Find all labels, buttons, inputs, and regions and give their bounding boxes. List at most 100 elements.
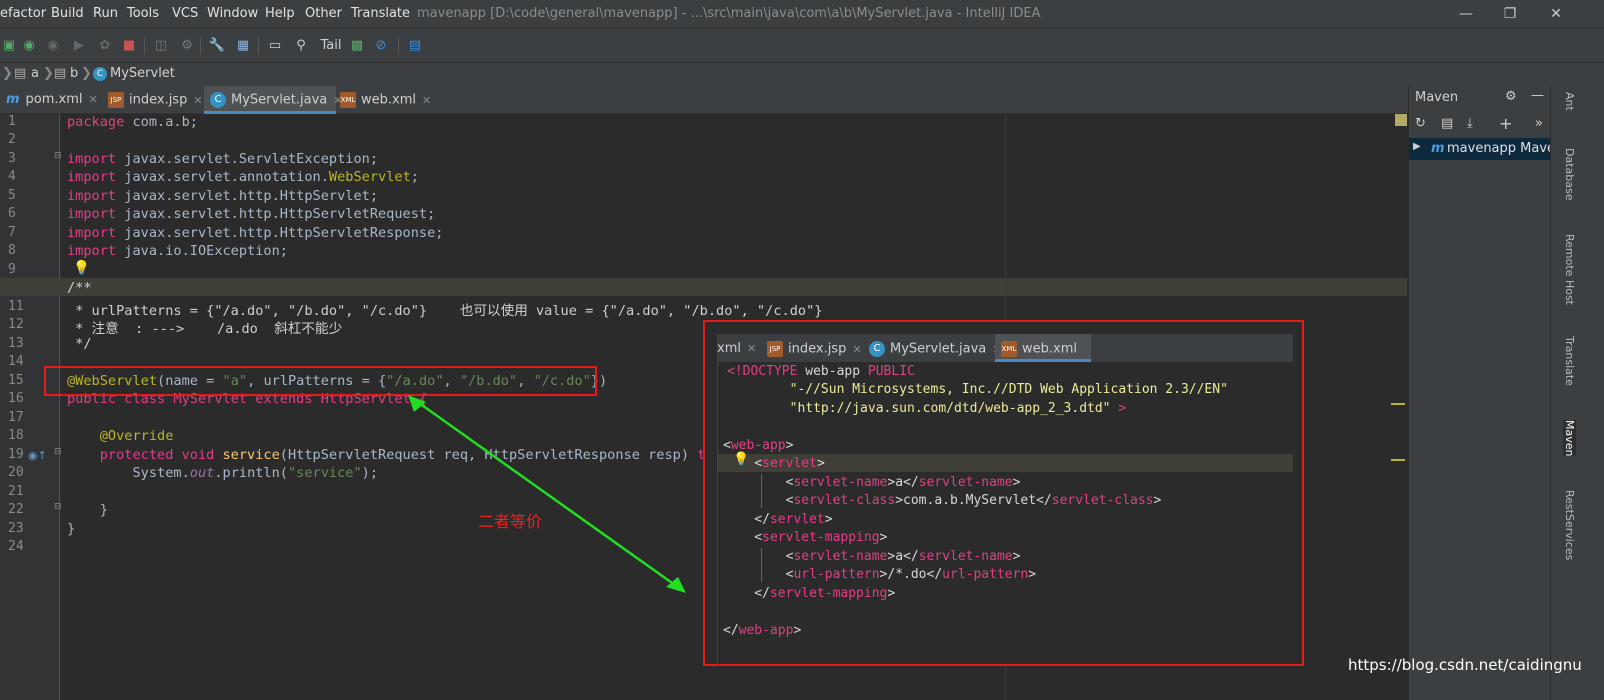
override-marker-icon[interactable]: ◉↑ — [28, 449, 47, 462]
line-number: 5 — [8, 188, 16, 203]
tool-ant[interactable]: Ant — [1563, 92, 1576, 111]
menu-translate[interactable]: Translate — [351, 6, 410, 21]
menu-window[interactable]: Window — [207, 6, 258, 21]
line-number: 9 — [8, 262, 16, 277]
tool-restservices[interactable]: RestServices — [1563, 490, 1576, 560]
tab-myservlet-java[interactable]: CMyServlet.java✕ — [204, 86, 343, 114]
close-tab-icon[interactable]: ✕ — [422, 94, 431, 107]
indent-guide — [761, 548, 762, 582]
tab-xml[interactable]: xml ✕ — [717, 334, 761, 362]
code-line: */ — [67, 336, 92, 352]
breadcrumb-myservlet[interactable]: MyServlet — [110, 66, 175, 81]
tab-web-xml[interactable]: XML web.xml ✕ — [340, 86, 431, 114]
more-icon[interactable]: » — [1535, 116, 1543, 131]
tool-translate[interactable]: Translate — [1563, 336, 1576, 386]
tab-web-xml[interactable]: XML web.xml — [995, 334, 1091, 362]
chevron-right-icon: ❯ — [43, 66, 54, 81]
menu-other[interactable]: Other — [305, 6, 342, 21]
gear-icon[interactable]: ⚙ — [1505, 89, 1517, 104]
coverage-icon[interactable]: ◉ — [44, 37, 62, 55]
search-icon[interactable]: ⚲ — [292, 37, 310, 55]
project-structure-icon[interactable]: ◫ — [152, 37, 170, 55]
overlay-tabs: xml ✕ JSP index.jsp ✕ C MyServlet.java ✕ XML w… — [717, 334, 1293, 362]
line-number: 20 — [8, 465, 24, 480]
breadcrumb: ❯ ▤ a ❯ ▤ b ❯ C MyServlet — [0, 62, 1604, 86]
menu-refactor[interactable]: efactor — [0, 6, 46, 21]
project-settings-icon[interactable]: ▦ — [234, 37, 252, 55]
build-icon[interactable]: ▣ — [0, 37, 18, 55]
code-line: * urlPatterns = {"/a.do", "/b.do", "/c.d… — [67, 303, 823, 319]
close-tab-icon[interactable]: ✕ — [89, 93, 98, 106]
tool-remote-host[interactable]: Remote Host — [1563, 234, 1576, 305]
reload-icon[interactable]: ↻ — [1415, 116, 1426, 131]
breadcrumb-b[interactable]: b — [70, 66, 78, 81]
wrench-icon[interactable]: 🔧 — [208, 37, 226, 55]
maven-m-icon: m — [1431, 141, 1445, 156]
close-tab-icon[interactable]: ✕ — [747, 342, 756, 355]
tab-pom-xml[interactable]: m pom.xml ✕ — [6, 86, 100, 114]
code-line: @Override — [67, 428, 174, 444]
code-line: import javax.servlet.ServletException; — [67, 151, 379, 167]
expand-triangle-icon[interactable]: ▶ — [1413, 141, 1421, 152]
vm-icon[interactable]: ▩ — [348, 37, 366, 55]
webxml-screenshot-panel: xml ✕ JSP index.jsp ✕ C MyServlet.java ✕ XML w… — [703, 320, 1304, 666]
restore-icon[interactable]: ❐ — [1500, 4, 1520, 24]
tab-myservlet-java[interactable]: CMyServlet.java✕ — [869, 334, 1002, 362]
minimize-icon[interactable]: — — [1456, 4, 1476, 24]
close-tab-icon[interactable]: ✕ — [193, 94, 202, 107]
xml-line: <servlet-name>a</servlet-name> — [723, 549, 1021, 564]
xml-icon: XML — [340, 92, 356, 108]
tab-index-jsp[interactable]: JSP index.jsp ✕ — [108, 86, 203, 114]
xml-line: </web-app> — [723, 623, 802, 638]
menu-tools[interactable]: Tools — [127, 6, 159, 21]
tool-database[interactable]: Database — [1563, 148, 1576, 201]
xml-line: <!DOCTYPE web-app PUBLIC — [727, 364, 915, 379]
toolbar-separator — [258, 37, 259, 55]
inspection-status-icon[interactable] — [1395, 114, 1407, 126]
xml-line: "-//Sun Microsystems, Inc.//DTD Web Appl… — [727, 382, 1228, 397]
xml-line: </servlet> — [723, 512, 833, 527]
lightbulb-icon[interactable]: 💡 — [73, 260, 90, 276]
add-icon[interactable]: + — [1499, 114, 1512, 133]
no-entry-icon[interactable]: ⊘ — [372, 37, 390, 55]
watermark: https://blog.csdn.net/caidingnu — [1348, 656, 1582, 674]
tab-label: MyServlet.java — [890, 341, 987, 357]
menu-help[interactable]: Help — [265, 6, 295, 21]
lightbulb-icon[interactable]: 💡 — [733, 452, 749, 467]
line-number: 15 — [8, 373, 24, 388]
line-number: 23 — [8, 521, 24, 536]
download-icon[interactable]: ⤓ — [1467, 116, 1473, 131]
code-line: } — [67, 502, 108, 518]
line-number: 24 — [8, 539, 24, 554]
tab-index-jsp[interactable]: JSP index.jsp ✕ — [767, 334, 863, 362]
tool-maven[interactable]: Maven — [1563, 420, 1576, 457]
chevron-right-icon: ❯ — [81, 66, 92, 81]
tail-button[interactable]: Tail — [318, 37, 344, 55]
menu-vcs[interactable]: VCS — [172, 6, 198, 21]
jsp-icon: JSP — [108, 92, 124, 108]
xml-line: <servlet-class>com.a.b.MyServlet</servle… — [723, 493, 1162, 508]
sdk-icon[interactable]: ⚙ — [178, 37, 196, 55]
xml-line: <url-pattern>/*.do</url-pattern> — [723, 567, 1037, 582]
folder-reload-icon[interactable]: ▤ — [1441, 116, 1453, 131]
menu-build[interactable]: Build — [51, 6, 84, 21]
tab-label: web.xml — [361, 92, 416, 108]
close-tab-icon[interactable]: ✕ — [852, 343, 861, 356]
maven-tree-item[interactable]: ▶ m mavenapp Maven — [1409, 138, 1563, 160]
close-window-icon[interactable]: ✕ — [1546, 4, 1566, 24]
line-number: 21 — [8, 484, 24, 499]
stop-icon[interactable]: ■ — [120, 37, 138, 55]
menu-run[interactable]: Run — [93, 6, 118, 21]
class-c-icon: C — [93, 67, 107, 81]
diagram-icon[interactable]: ▤ — [406, 37, 424, 55]
line-number: 6 — [8, 206, 16, 221]
xml-line: </servlet-mapping> — [723, 586, 896, 601]
xml-line: <servlet-mapping> — [723, 530, 888, 545]
maven-panel: Maven ⚙ — ↻ ▤ ⤓ + » ▶ m mavenapp Maven — [1408, 86, 1563, 700]
debug-icon[interactable]: ◉ — [20, 37, 38, 55]
hide-panel-icon[interactable]: — — [1531, 88, 1544, 103]
run-icon[interactable]: ▶ — [70, 37, 88, 55]
terminal-icon[interactable]: ▭ — [266, 37, 284, 55]
breadcrumb-a[interactable]: a — [31, 66, 39, 81]
attach-icon[interactable]: ✿ — [96, 37, 114, 55]
